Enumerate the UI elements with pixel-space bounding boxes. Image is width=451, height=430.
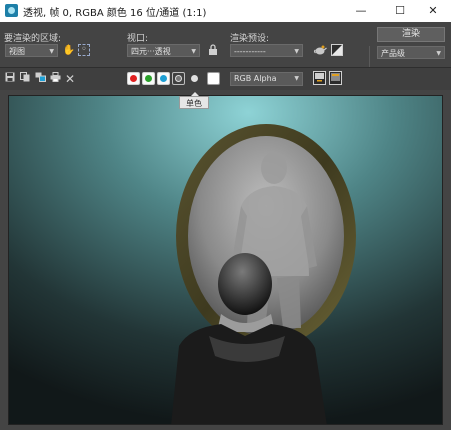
render-button[interactable]: 渲染 — [377, 27, 445, 42]
area-to-render-label: 要渲染的区域: — [4, 34, 62, 44]
area-to-render-value: 视图 — [9, 47, 25, 56]
blue-channel-icon — [160, 75, 167, 82]
render-preset-label: 渲染预设: — [230, 34, 270, 44]
blue-channel-toggle[interactable] — [157, 72, 170, 85]
display-channel-dropdown[interactable]: RGB Alpha ▼ — [230, 72, 303, 86]
clear-icon[interactable]: ✕ — [63, 72, 77, 86]
viewport-label: 视口: — [127, 34, 149, 44]
render-preset-value: ----------- — [234, 47, 266, 56]
close-button[interactable]: ✕ — [415, 0, 451, 22]
chevron-down-icon: ▼ — [294, 75, 299, 82]
frame-buffer-toolbar: ✕ RGB Alpha ▼ — [0, 67, 451, 90]
window-title: 透视, 帧 0, RGBA 颜色 16 位/通道 (1:1) — [23, 8, 207, 19]
clone-window-icon[interactable] — [33, 72, 47, 86]
chevron-down-icon: ▼ — [294, 48, 299, 55]
print-icon[interactable] — [48, 72, 62, 86]
environment-icon[interactable] — [330, 44, 344, 58]
copy-icon[interactable] — [18, 72, 32, 86]
auto-region-icon[interactable]: ◦ — [78, 44, 90, 56]
display-channel-value: RGB Alpha — [234, 74, 277, 83]
save-icon[interactable] — [3, 72, 17, 86]
render-quality-value: 产品级 — [381, 49, 405, 58]
monochrome-toggle[interactable] — [188, 72, 201, 85]
viewport-value: 四元···透视 — [131, 47, 171, 56]
chevron-down-icon: ▼ — [49, 48, 54, 55]
alpha-channel-icon — [175, 75, 182, 82]
green-channel-toggle[interactable] — [142, 72, 155, 85]
green-channel-icon — [145, 75, 152, 82]
chevron-down-icon: ▼ — [436, 50, 441, 57]
area-to-render-dropdown[interactable]: 视图 ▼ — [5, 44, 58, 57]
viewport-dropdown[interactable]: 四元···透视 ▼ — [127, 44, 200, 57]
monochrome-icon — [191, 75, 198, 82]
render-quality-dropdown[interactable]: 产品级 ▼ — [377, 46, 445, 59]
alpha-channel-toggle[interactable] — [172, 72, 185, 85]
red-channel-icon — [130, 75, 137, 82]
render-settings-toolbar: 要渲染的区域: 视图 ▼ ✋ ◦ 视口: 四元···透视 ▼ 渲染预设: -----… — [0, 22, 451, 86]
teapot-icon[interactable] — [313, 44, 327, 58]
display-toggle-icon[interactable] — [313, 71, 326, 85]
chevron-down-icon: ▼ — [191, 48, 196, 55]
title-bar: 透视, 帧 0, RGBA 颜色 16 位/通道 (1:1) — ☐ ✕ — [0, 0, 451, 22]
edit-region-icon[interactable]: ✋ — [62, 44, 76, 58]
lock-icon[interactable] — [206, 44, 220, 58]
history-icon[interactable] — [329, 71, 342, 85]
monochrome-tooltip: 单色 — [179, 92, 209, 109]
minimize-button[interactable]: — — [343, 0, 379, 22]
app-logo-icon — [5, 4, 18, 17]
rendered-scene-image — [9, 96, 442, 424]
background-swatch[interactable] — [207, 72, 220, 85]
maximize-button[interactable]: ☐ — [382, 0, 418, 22]
rendered-frame-viewport[interactable] — [8, 95, 443, 425]
red-channel-toggle[interactable] — [127, 72, 140, 85]
render-preset-dropdown[interactable]: ----------- ▼ — [230, 44, 303, 57]
